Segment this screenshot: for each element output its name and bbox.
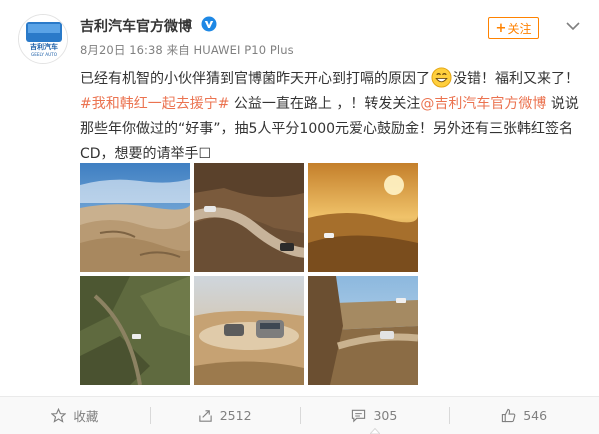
photo-suv-cliff-road[interactable] [308, 276, 418, 385]
action-bar: 收藏 2512 305 546 [0, 397, 599, 434]
star-icon [51, 408, 67, 423]
avatar-brand-cn: 吉利汽车 [30, 42, 58, 51]
post-meta: 8月20日 16:38 来自 HUAWEI P10 Plus [80, 43, 294, 57]
post-text-part2: 没错！福利又来了！ [453, 71, 579, 87]
weibo-post-card: 吉利汽车 GEELY AUTO 吉利汽车官方微博 8月20日 16:38 来自 … [0, 0, 599, 434]
photo-two-suvs-dust[interactable] [194, 276, 304, 385]
author-name[interactable]: 吉利汽车官方微博 [80, 16, 192, 36]
repost-icon [199, 410, 212, 422]
photo-mountain-road-suv[interactable] [194, 163, 304, 272]
comment-count: 305 [373, 408, 398, 423]
favorite-label: 收藏 [73, 409, 99, 424]
repost-button[interactable]: 2512 [149, 397, 300, 434]
photo-rocky-terrain-aerial[interactable] [80, 276, 190, 385]
like-button[interactable]: 546 [449, 397, 599, 434]
hashtag-link[interactable]: #我和韩红一起去援宁# [80, 96, 229, 112]
post-text: 已经有机智的小伙伴猜到官博菌昨天开心到打嗝的原因了 没错！福利又来了！ #我和韩红… [80, 67, 585, 167]
post-text-part1: 已经有机智的小伙伴猜到官博菌昨天开心到打嗝的原因了 [80, 71, 430, 87]
verified-v-icon [201, 16, 217, 32]
favorite-button[interactable]: 收藏 [0, 397, 150, 434]
grin-emoji [431, 67, 452, 88]
comment-icon [352, 409, 366, 423]
post-text-part3: 公益一直在路上 ，！转发关注 [229, 96, 421, 112]
photo-desert-dunes[interactable] [80, 163, 190, 272]
avatar-brand-en: GEELY AUTO [31, 52, 58, 57]
photo-sunset-dunes[interactable] [308, 163, 418, 272]
geely-auto-logo: 吉利汽车 GEELY AUTO [19, 15, 67, 63]
repost-count: 2512 [219, 408, 252, 423]
thumbs-up-icon [502, 408, 516, 423]
like-count: 546 [523, 408, 548, 423]
chevron-down-icon[interactable] [566, 20, 580, 32]
follow-button[interactable]: + 关注 [488, 17, 539, 39]
follow-label: 关注 [507, 21, 532, 36]
avatar[interactable]: 吉利汽车 GEELY AUTO [18, 14, 68, 64]
mention-link[interactable]: @吉利汽车官方微博 [420, 96, 546, 112]
plus-icon: + [495, 20, 507, 36]
comment-expanded-caret-icon [370, 428, 380, 434]
